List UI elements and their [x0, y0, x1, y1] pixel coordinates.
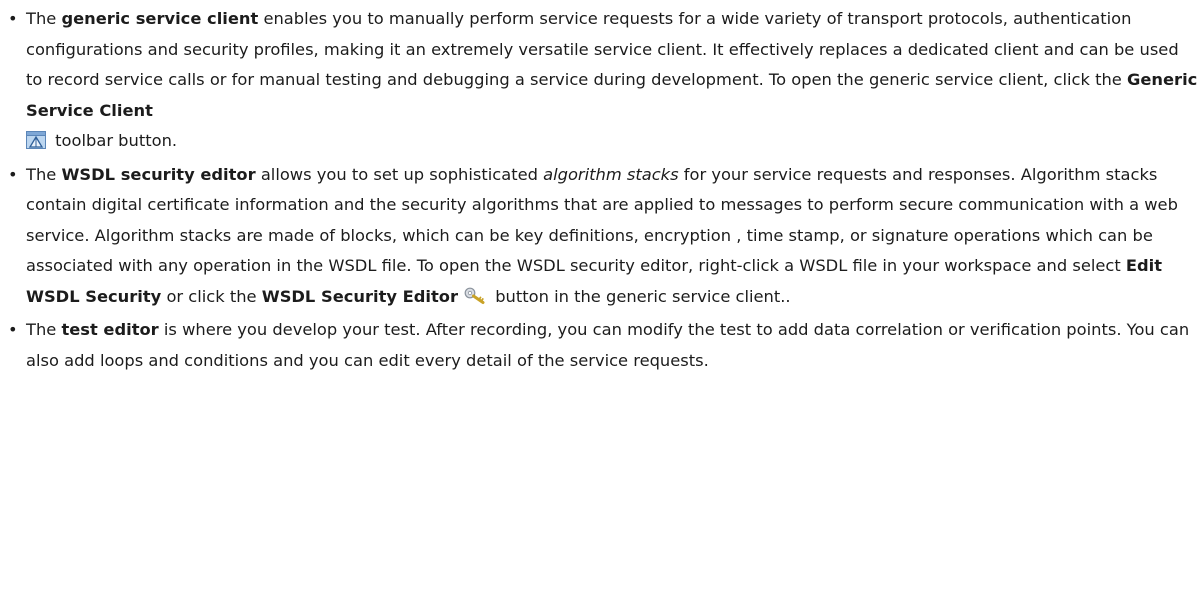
text: The [26, 9, 62, 28]
emphasis-algorithm-stacks: algorithm stacks [543, 164, 679, 184]
text: The [26, 164, 62, 184]
text: The [26, 320, 62, 339]
term-wsdl-security-editor: WSDL security editor [61, 164, 256, 184]
term-generic-service-client: generic service client [61, 9, 259, 28]
document-body: • The generic service client enables you … [0, 0, 1198, 376]
list-item-test-editor: • The test editor is where you develop yo… [0, 315, 1198, 376]
text: button in the generic service client.. [490, 286, 791, 306]
term-test-editor: test editor [61, 320, 159, 339]
feature-list: • The generic service client enables you … [0, 4, 1198, 376]
text: or click the [161, 286, 262, 306]
text: allows you to set up sophisticated [255, 164, 544, 184]
generic-service-client-icon [26, 129, 46, 160]
bullet: • [8, 320, 18, 339]
bullet: • [8, 164, 18, 184]
list-item-generic-service-client: • The generic service client enables you … [0, 4, 1198, 160]
ui-label-wsdl-security-editor: WSDL Security Editor [261, 286, 459, 306]
key-icon [464, 285, 486, 316]
text: is where you develop your test. After re… [26, 320, 1190, 370]
text: toolbar button. [50, 131, 178, 150]
list-item-wsdl-security-editor: • The WSDL security editor allows you to … [0, 160, 1198, 316]
bullet: • [8, 9, 18, 28]
